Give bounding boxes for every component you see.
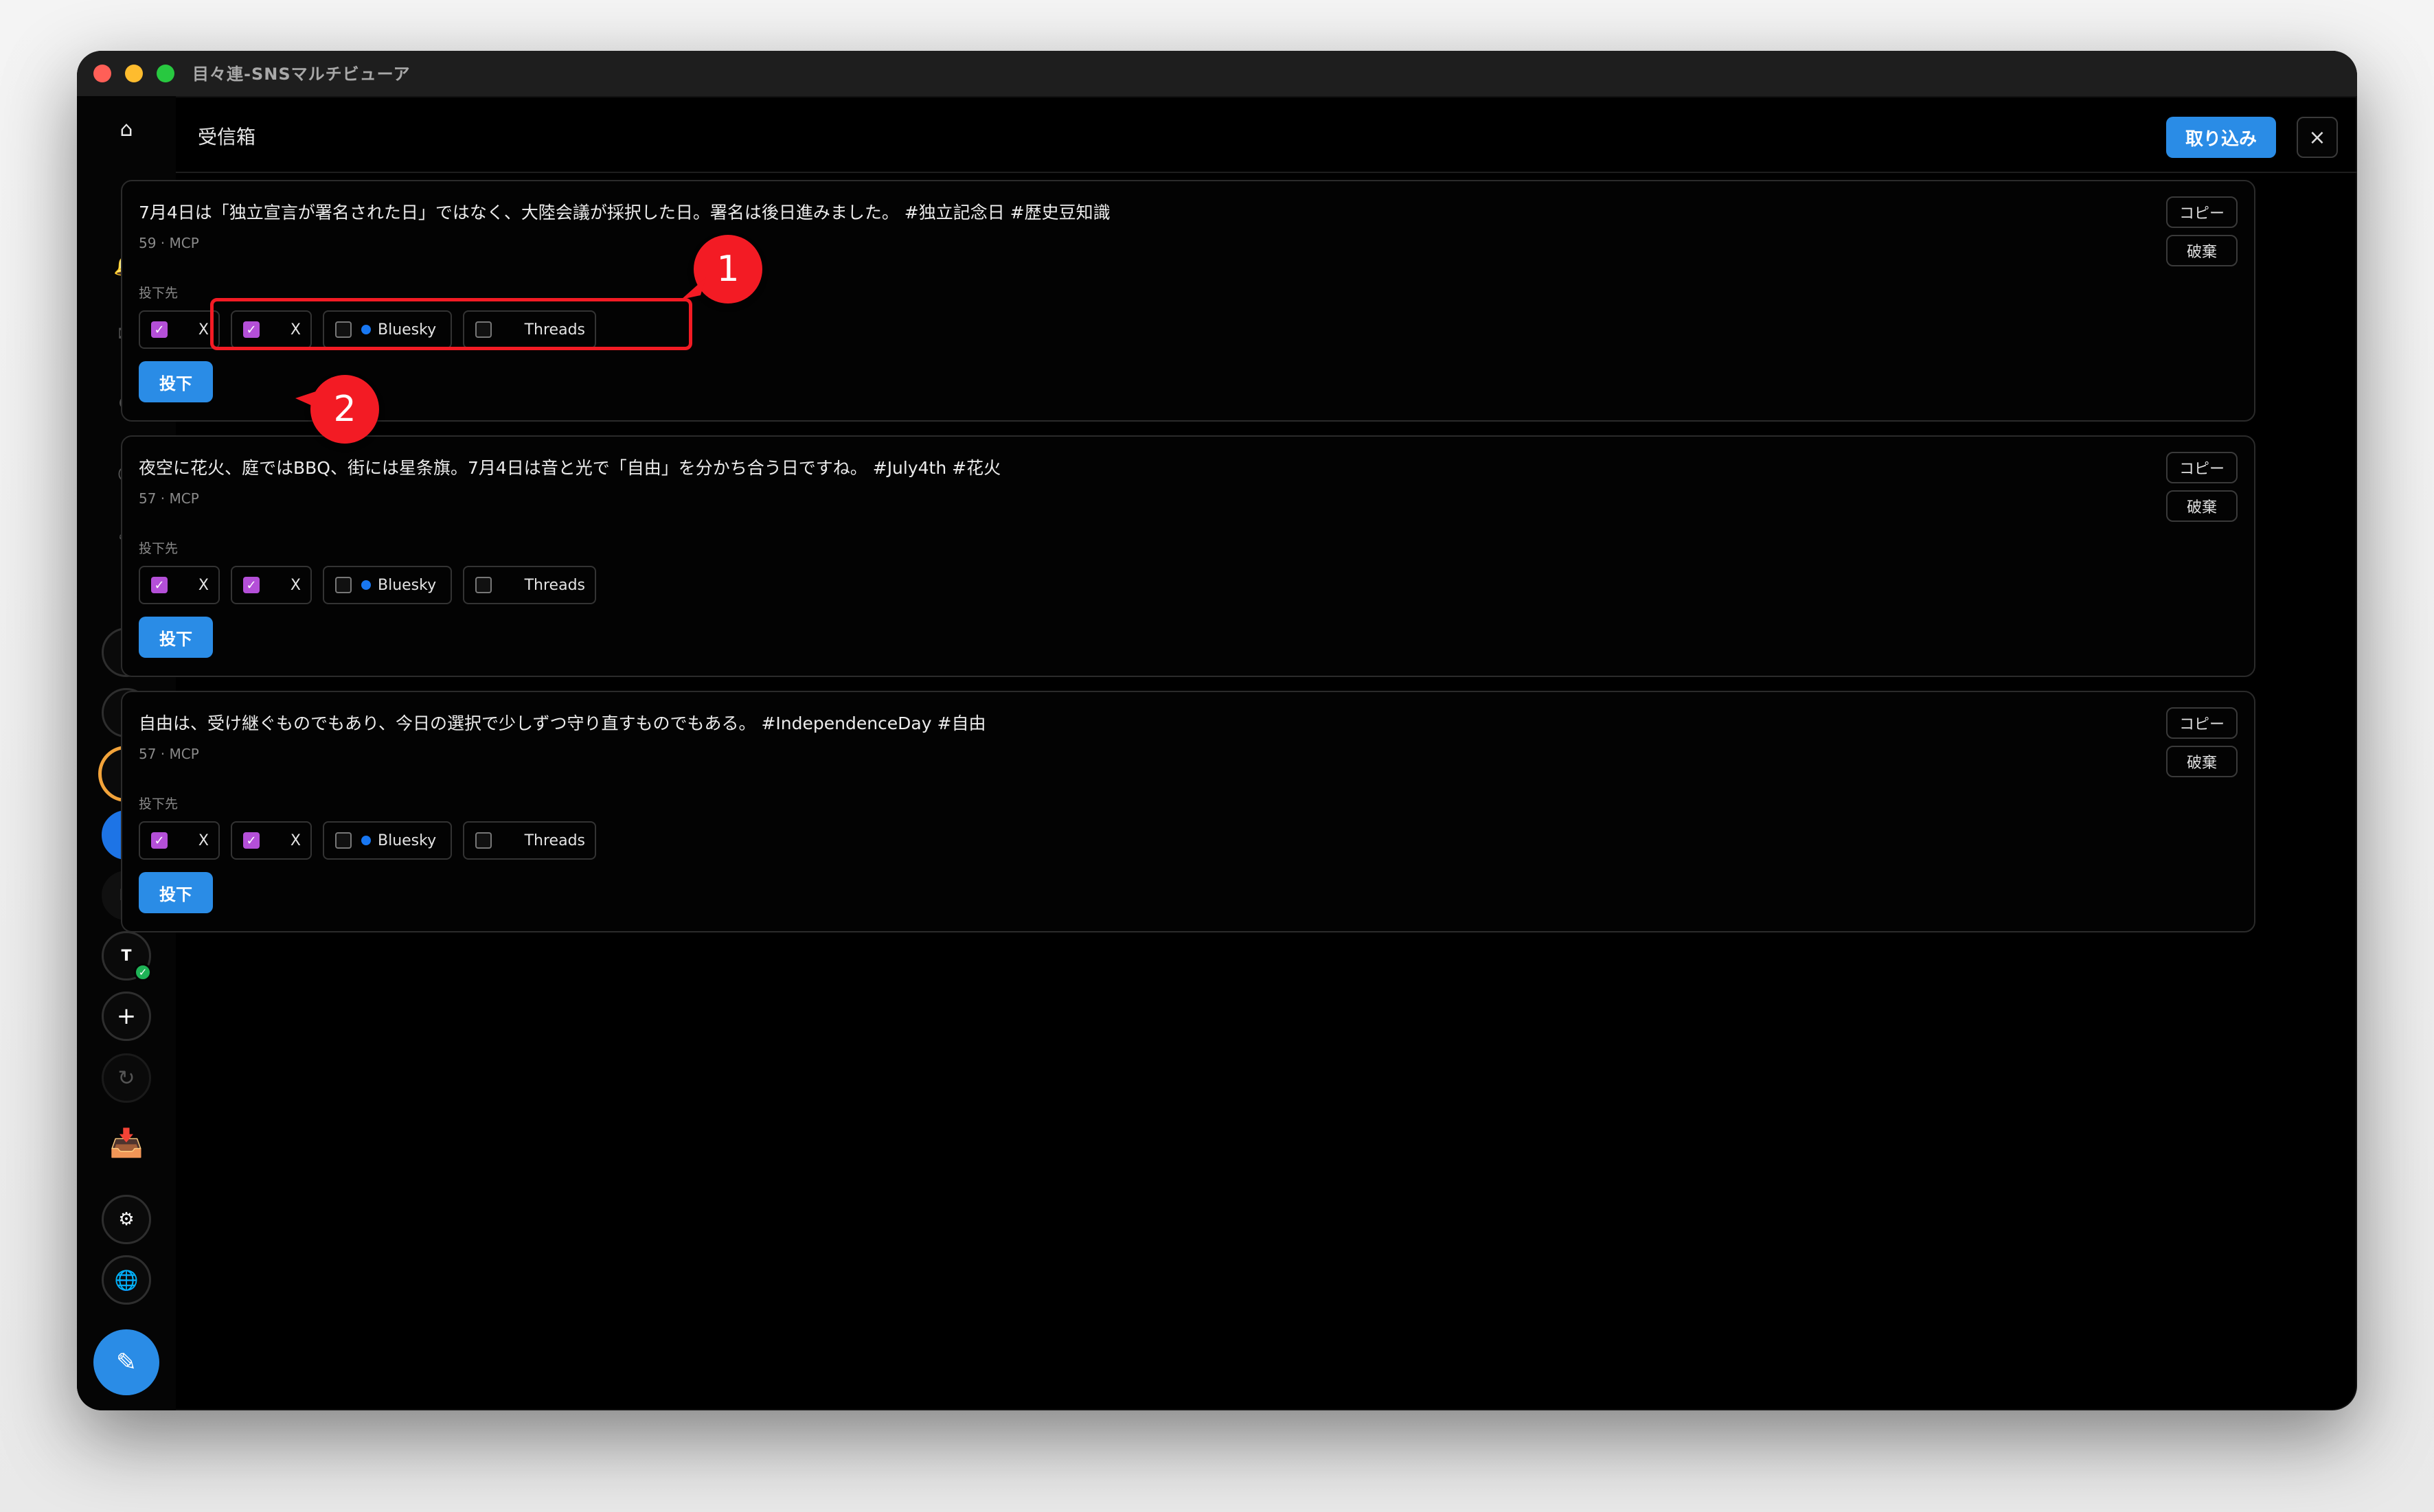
discard-button[interactable]: 破棄 (2166, 746, 2238, 777)
minimize-window-button[interactable] (125, 65, 143, 82)
post-text: 夜空に花火、庭ではBBQ、街には星条旗。7月4日は音と光で「自由」を分かち合う日… (139, 458, 1001, 478)
title-bar: 目々連-SNSマルチビューア (77, 51, 2357, 98)
import-button[interactable]: 取り込み (2166, 117, 2276, 158)
post-text: 自由は、受け継ぐものでもあり、今日の選択で少しずつ守り直すものでもある。 #In… (139, 713, 986, 733)
bluesky-dot-icon (361, 836, 371, 845)
refresh-icon: ↻ (117, 1066, 135, 1090)
destination-name: X (290, 832, 301, 849)
annotation-callout-2-tail (295, 390, 320, 409)
post-meta: 59 · MCP (139, 235, 199, 251)
checkbox-unchecked[interactable] (475, 832, 492, 849)
inbox-header: 受信箱 取り込み × (176, 96, 2357, 173)
account-threads[interactable]: T ✓ (102, 931, 152, 981)
destination-bsky[interactable]: Bluesky (323, 566, 452, 604)
account-initial: T (121, 947, 132, 965)
checkbox-checked[interactable]: ✓ (151, 577, 168, 593)
destination-name: Bluesky (378, 832, 437, 849)
destination-x[interactable]: ✓ X (139, 821, 220, 860)
destination-x[interactable]: ✓ X (139, 310, 220, 349)
inbox-card: 夜空に花火、庭ではBBQ、街には星条旗。7月4日は音と光で「自由」を分かち合う日… (121, 435, 2255, 677)
destination-x[interactable]: ✓ X (231, 821, 312, 860)
copy-button[interactable]: コピー (2166, 196, 2238, 228)
checkbox-checked[interactable]: ✓ (243, 832, 260, 849)
checkbox-unchecked[interactable] (335, 577, 352, 593)
destination-name: X (198, 832, 209, 849)
destination-name: Threads (524, 576, 585, 594)
post-button[interactable]: 投下 (139, 617, 213, 658)
inbox-icon[interactable]: 📥 (107, 1123, 146, 1162)
gear-icon: ⚙ (118, 1209, 135, 1230)
plus-icon: + (116, 1003, 137, 1030)
destination-threads[interactable]: Threads (463, 566, 596, 604)
checkbox-checked[interactable]: ✓ (151, 832, 168, 849)
discard-button[interactable]: 破棄 (2166, 490, 2238, 522)
post-meta: 57 · MCP (139, 490, 199, 507)
destination-x[interactable]: ✓ X (231, 566, 312, 604)
destination-x[interactable]: ✓ X (139, 566, 220, 604)
refresh-button[interactable]: ↻ (102, 1053, 151, 1103)
destination-threads[interactable]: Threads (463, 821, 596, 860)
settings-button[interactable]: ⚙ (102, 1195, 151, 1244)
home-icon[interactable]: ⌂ (107, 110, 146, 148)
discard-button[interactable]: 破棄 (2166, 235, 2238, 266)
destination-label: 投下先 (139, 541, 179, 556)
close-window-button[interactable] (93, 65, 111, 82)
post-meta: 57 · MCP (139, 746, 199, 762)
destination-list: ✓ X ✓ X Bluesky Threads (139, 566, 596, 604)
add-account-button[interactable]: + (102, 992, 151, 1041)
destination-name: X (198, 321, 209, 339)
post-text: 7月4日は「独立宣言が署名された日」ではなく、大陸会議が採択した日。署名は後日進… (139, 203, 1111, 222)
checkbox-checked[interactable]: ✓ (151, 321, 168, 338)
annotation-callout-1-tail (681, 277, 706, 299)
compose-button[interactable]: ✎ (93, 1329, 159, 1395)
checkbox-unchecked[interactable] (475, 577, 492, 593)
window-controls (93, 65, 174, 82)
destination-name: X (290, 576, 301, 594)
close-button[interactable]: × (2297, 117, 2338, 158)
window-title: 目々連-SNSマルチビューア (192, 65, 411, 84)
destination-name: Threads (524, 832, 585, 849)
destination-name: X (198, 576, 209, 594)
destination-label: 投下先 (139, 797, 179, 812)
checkbox-unchecked[interactable] (335, 832, 352, 849)
inbox-card: 自由は、受け継ぐものでもあり、今日の選択で少しずつ守り直すものでもある。 #In… (121, 691, 2255, 932)
verified-check-icon: ✓ (134, 963, 152, 981)
post-button[interactable]: 投下 (139, 872, 213, 913)
globe-icon: 🌐 (114, 1268, 139, 1292)
page-title: 受信箱 (198, 126, 256, 148)
copy-button[interactable]: コピー (2166, 707, 2238, 739)
bluesky-dot-icon (361, 580, 371, 590)
language-button[interactable]: 🌐 (102, 1255, 151, 1305)
checkbox-checked[interactable]: ✓ (243, 577, 260, 593)
destination-name: Bluesky (378, 576, 437, 594)
destination-list: ✓ X ✓ X Bluesky Threads (139, 821, 596, 860)
destination-bsky[interactable]: Bluesky (323, 821, 452, 860)
copy-button[interactable]: コピー (2166, 452, 2238, 483)
post-button[interactable]: 投下 (139, 361, 213, 402)
zoom-window-button[interactable] (157, 65, 174, 82)
destination-label: 投下先 (139, 286, 179, 301)
pencil-icon: ✎ (115, 1348, 137, 1377)
annotation-highlight-box (210, 298, 692, 350)
